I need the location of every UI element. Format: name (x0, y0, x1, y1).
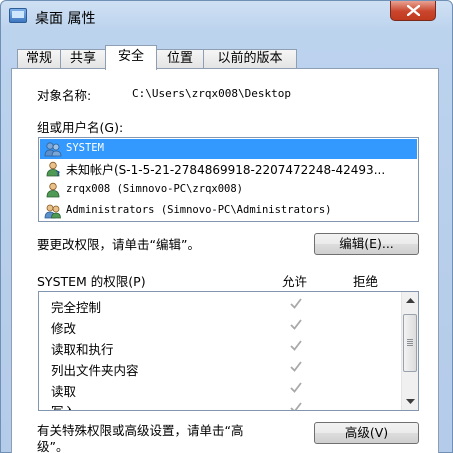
list-item-administrators[interactable]: Administrators (Simnovo-PC\Administrator… (40, 201, 417, 221)
window-title: 桌面 属性 (35, 11, 96, 27)
allow-check-icon (290, 340, 302, 351)
tab-sharing[interactable]: 共享 (60, 49, 106, 69)
scroll-down-icon[interactable] (405, 396, 416, 406)
tab-previous-versions[interactable]: 以前的版本 (203, 49, 297, 69)
permission-row: 修改 (39, 315, 401, 336)
admin-group-icon (44, 204, 61, 219)
advanced-hint-line2: 级”。 (37, 439, 69, 453)
permission-name: 写入 (51, 401, 76, 410)
user-icon (46, 182, 60, 198)
allow-check-icon (290, 298, 302, 309)
permission-name: 列出文件夹内容 (51, 363, 139, 378)
scroll-up-icon[interactable] (405, 296, 416, 306)
permission-name: 修改 (51, 321, 77, 336)
permission-row: 读取 (39, 378, 401, 399)
permission-row: 读取和执行 (39, 336, 401, 357)
edit-hint: 要更改权限，请单击“编辑”。 (37, 237, 200, 252)
object-name-value: C:\Users\zrqx008\Desktop (132, 87, 291, 100)
desktop-folder-icon (9, 8, 27, 23)
system-users-icon (44, 142, 62, 157)
permissions-scrollbar[interactable] (401, 292, 418, 410)
group-list-label: 组或用户名(G): (37, 120, 124, 135)
list-item-label: zrqx008 (Simnovo-PC\zrqx008) (66, 183, 244, 195)
deny-column-header: 拒绝 (353, 274, 379, 289)
permission-name: 完全控制 (51, 300, 102, 315)
list-item-zrqx008[interactable]: zrqx008 (Simnovo-PC\zrqx008) (40, 180, 417, 200)
allow-check-icon (290, 382, 302, 393)
title-bar[interactable]: 桌面 属性 (1, 1, 452, 35)
tab-security[interactable]: 安全 (105, 45, 157, 70)
allow-check-icon (290, 402, 302, 410)
permission-name: 读取和执行 (51, 342, 114, 357)
scrollbar-thumb[interactable] (403, 314, 417, 372)
permissions-list: 完全控制 修改 读取和执行 列出文件夹内容 读取 写入 (38, 291, 419, 411)
permission-row: 完全控制 (39, 294, 401, 315)
properties-window: 桌面 属性 常规 共享 安全 位置 以前的版本 对象名称: C:\Users\z… (0, 0, 453, 453)
unknown-user-icon: ? (46, 161, 60, 177)
close-icon (407, 5, 420, 16)
edit-button[interactable]: 编辑(E)... (314, 233, 419, 255)
close-button[interactable] (390, 1, 436, 21)
list-item-unknown-account[interactable]: ? 未知帐户(S-1-5-21-2784869918-2207472248-42… (40, 159, 417, 179)
allow-check-icon (290, 319, 302, 330)
svg-text:?: ? (56, 170, 60, 177)
tab-general[interactable]: 常规 (17, 49, 61, 69)
permission-row: 列出文件夹内容 (39, 357, 401, 378)
advanced-button[interactable]: 高级(V) (314, 422, 419, 444)
permissions-title: SYSTEM 的权限(P) (37, 274, 146, 289)
list-item-label: Administrators (Simnovo-PC\Administrator… (66, 204, 332, 216)
allow-check-icon (290, 361, 302, 372)
list-item-system[interactable]: SYSTEM (40, 139, 417, 159)
allow-column-header: 允许 (282, 274, 308, 289)
list-item-label: SYSTEM (66, 142, 104, 154)
list-item-label: 未知帐户(S-1-5-21-2784869918-2207472248-4249… (66, 163, 386, 177)
tab-location[interactable]: 位置 (156, 49, 204, 69)
permission-row: 写入 (39, 398, 401, 410)
object-name-label: 对象名称: (37, 88, 92, 103)
group-user-list[interactable]: SYSTEM ? 未知帐户(S-1-5-21-2784869918-220747… (38, 137, 419, 222)
